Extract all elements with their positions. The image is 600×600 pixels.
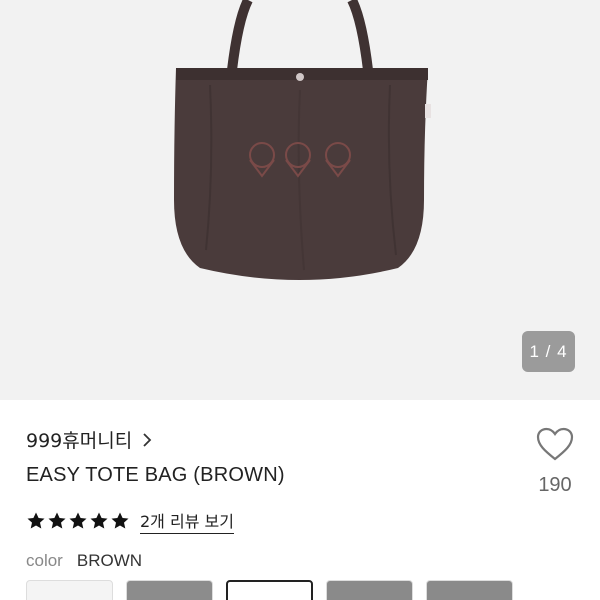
swatch-bag-thumbnail — [327, 581, 413, 600]
product-image-gallery[interactable]: 1 / 4 — [0, 0, 600, 400]
star-icon — [90, 512, 108, 529]
product-info: 999휴머니티 EASY TOTE BAG (BROWN) 2개 리뷰 보기 1… — [0, 400, 600, 600]
color-swatch-list — [26, 580, 513, 600]
star-icon — [69, 512, 87, 529]
like-button[interactable]: 190 — [524, 426, 586, 497]
rating-row: 2개 리뷰 보기 — [26, 508, 234, 534]
star-icon — [48, 512, 66, 529]
like-count: 190 — [538, 474, 572, 496]
star-icon — [27, 512, 45, 529]
brand-name: 999휴머니티 — [26, 430, 133, 452]
heart-icon — [536, 427, 574, 461]
color-swatch[interactable] — [426, 580, 513, 600]
star-icon — [111, 512, 129, 529]
swatch-bag-thumbnail — [127, 581, 213, 600]
chevron-right-icon — [143, 432, 152, 447]
color-swatch[interactable] — [26, 580, 113, 600]
tote-bag-image — [174, 0, 431, 280]
color-value: BROWN — [76, 551, 143, 570]
swatch-bag-thumbnail — [228, 582, 313, 600]
star-rating — [26, 511, 130, 531]
product-title: EASY TOTE BAG (BROWN) — [26, 464, 285, 486]
color-option-row: color BROWN — [26, 551, 142, 571]
color-swatch[interactable] — [226, 580, 313, 600]
review-link[interactable]: 2개 리뷰 보기 — [140, 508, 234, 534]
color-label: color — [26, 551, 63, 570]
swatch-bag-thumbnail — [27, 581, 113, 600]
color-swatch[interactable] — [326, 580, 413, 600]
color-swatch[interactable] — [126, 580, 213, 600]
swatch-bag-thumbnail — [427, 581, 513, 600]
brand-link[interactable]: 999휴머니티 — [26, 426, 154, 453]
image-counter: 1 / 4 — [522, 331, 575, 372]
